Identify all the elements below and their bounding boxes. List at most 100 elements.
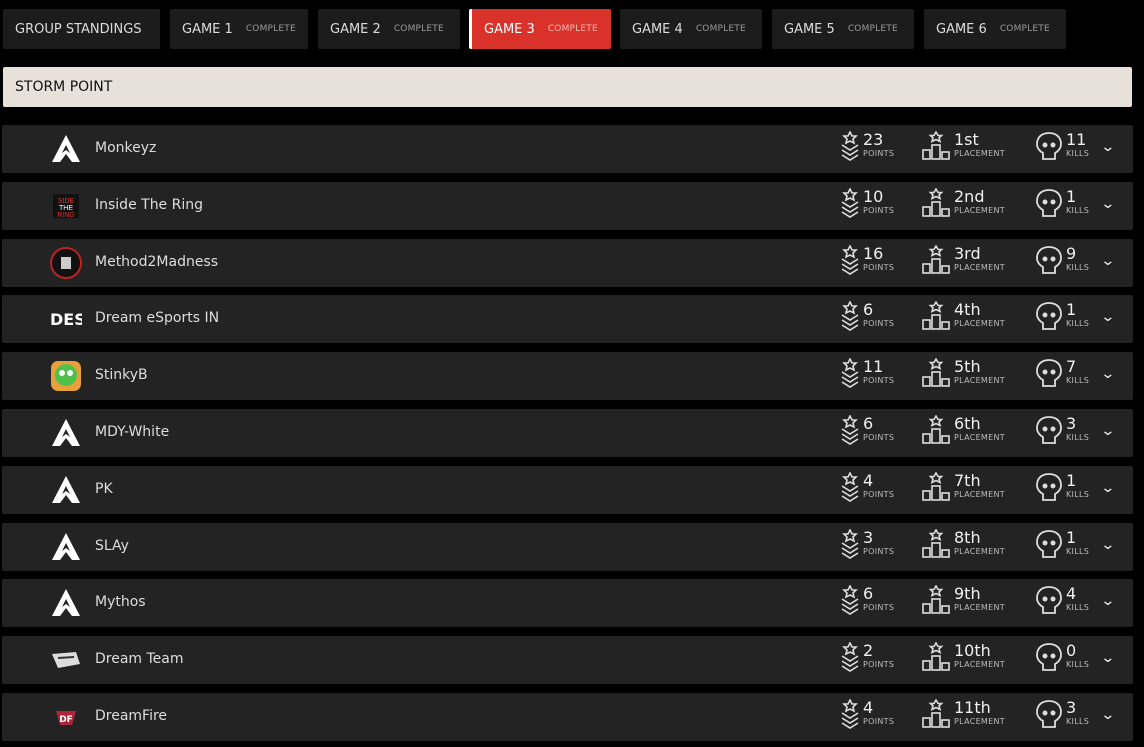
skull-icon — [1036, 188, 1062, 217]
chevron-down-icon[interactable]: ⌄ — [1100, 650, 1115, 666]
apex-logo — [50, 587, 82, 619]
points-label: POINTS — [863, 603, 895, 613]
team-row[interactable]: Mythos 6 POINTS 9th PLACEMENT 4 KILLS ⌄ — [2, 579, 1133, 628]
skull-icon — [1036, 700, 1062, 728]
chevron-down-icon[interactable]: ⌄ — [1100, 139, 1115, 155]
tab-label: GROUP STANDINGS — [15, 21, 142, 37]
tab-game-3[interactable]: GAME 3 COMPLETE — [469, 9, 611, 49]
skull-icon — [1036, 472, 1062, 501]
chevron-down-icon[interactable]: ⌄ — [1100, 593, 1115, 609]
placement-stat: 1st PLACEMENT — [921, 131, 1005, 161]
podium-icon — [922, 244, 950, 274]
placement-label: PLACEMENT — [954, 603, 1005, 613]
placement-stat: 7th PLACEMENT — [921, 471, 1005, 502]
placement-value: 10th — [954, 641, 991, 661]
skull-icon — [1036, 359, 1062, 388]
kills-value: 9 — [1066, 243, 1077, 263]
points-value: 6 — [863, 414, 874, 433]
team-row[interactable]: DESI Dream eSports IN 6POINTS 4thPLACEME… — [2, 295, 1133, 344]
svg-text:SIDE: SIDE — [58, 198, 75, 205]
skull-icon — [1036, 529, 1062, 558]
chevron-down-icon[interactable]: ⌄ — [1100, 423, 1115, 439]
placement-value: 4th — [954, 300, 981, 320]
points-stat: 4 POINTS — [840, 471, 895, 502]
kills-stat: 0 KILLS — [1035, 642, 1089, 672]
chevron-down-icon[interactable]: ⌄ — [1100, 196, 1115, 212]
team-name: Mythos — [95, 594, 146, 611]
tab-status: COMPLETE — [245, 24, 296, 34]
placement-label: PLACEMENT — [954, 262, 1005, 272]
points-chevron-icon — [841, 471, 859, 502]
points-label: POINTS — [863, 319, 895, 329]
chevron-down-icon[interactable]: ⌄ — [1100, 537, 1115, 553]
placement-label: PLACEMENT — [954, 717, 1005, 726]
placement-stat: 10th PLACEMENT — [921, 642, 1005, 672]
placement-stat: 11th PLACEMENT — [921, 699, 1005, 729]
points-chevron-icon — [841, 187, 859, 218]
chevron-down-icon[interactable]: ⌄ — [1100, 707, 1115, 723]
kills-label: KILLS — [1066, 489, 1090, 499]
points-stat: 16 POINTS — [840, 244, 894, 275]
kills-stat: 3 KILLS — [1035, 699, 1089, 729]
points-stat: 4 POINTS — [840, 699, 894, 729]
tab-game-2[interactable]: GAME 2 COMPLETE — [318, 9, 460, 49]
team-row[interactable]: DF DreamFire 4 POINTS 11th PLACEMENT 3 KILL… — [2, 693, 1133, 741]
team-row[interactable]: PK 4 POINTS 7th PLACEMENT 1 KILLS ⌄ — [2, 465, 1133, 514]
tab-status: COMPLETE — [393, 24, 444, 34]
placement-label: PLACEMENT — [954, 149, 1005, 158]
team-name: PK — [95, 480, 113, 497]
placement-label: PLACEMENT — [954, 433, 1005, 442]
kills-value: 1 — [1066, 300, 1077, 320]
placement-label: PLACEMENT — [954, 660, 1005, 670]
method2madness-logo — [50, 246, 82, 279]
placement-stat: 6th PLACEMENT — [921, 415, 1005, 445]
apex-logo — [50, 133, 82, 165]
team-row[interactable]: StinkyB 11 POINTS 5th PLACEMENT 7 KILLS ⌄ — [2, 352, 1133, 401]
chevron-down-icon[interactable]: ⌄ — [1100, 366, 1115, 382]
placement-stat: 2nd PLACEMENT — [921, 187, 1005, 218]
team-row[interactable]: Method2Madness 16 POINTS 3rd PLACEMENT 9 KI… — [2, 238, 1133, 287]
skull-icon — [1036, 245, 1062, 274]
team-row[interactable]: MDY-White 6 POINTS 6th PLACEMENT 3 KILLS ⌄ — [2, 409, 1133, 457]
skull-icon — [1036, 416, 1062, 444]
points-label: POINTS — [863, 489, 895, 499]
placement-value: 8th — [954, 527, 981, 547]
points-chevron-icon — [841, 244, 859, 275]
tab-status: COMPLETE — [999, 24, 1050, 34]
podium-icon — [922, 471, 950, 501]
points-stat: 11 POINTS — [840, 358, 894, 389]
team-row[interactable]: Dream Team 2 POINTS 10th PLACEMENT 0 KILLS … — [2, 636, 1133, 685]
points-stat: 3 POINTS — [840, 528, 894, 559]
points-chevron-icon — [841, 358, 859, 389]
kills-value: 0 — [1066, 641, 1077, 661]
tab-game-1[interactable]: GAME 1 COMPLETE — [170, 9, 308, 49]
points-chevron-icon — [841, 642, 859, 673]
placement-value: 9th — [954, 584, 981, 604]
chevron-down-icon[interactable]: ⌄ — [1100, 480, 1115, 496]
tab-game-6[interactable]: GAME 6 COMPLETE — [924, 9, 1066, 49]
map-name: STORM POINT — [15, 79, 113, 95]
team-row[interactable]: Monkeyz 23 POINTS 1st PLACEMENT 11 KILLS ⌄ — [2, 125, 1133, 173]
dream-team-logo — [50, 644, 82, 676]
chevron-down-icon[interactable]: ⌄ — [1100, 253, 1115, 269]
points-label: POINTS — [863, 205, 895, 215]
tab-game-5[interactable]: GAME 5 COMPLETE — [772, 9, 914, 49]
kills-value: 4 — [1066, 584, 1077, 604]
points-stat: 10 POINTS — [840, 187, 895, 218]
tab-group-standings[interactable]: GROUP STANDINGS — [3, 9, 160, 49]
podium-icon — [922, 642, 950, 671]
team-row[interactable]: SIDE THE RING Inside The Ring 10 POINTS 2nd… — [2, 181, 1133, 230]
tab-game-4[interactable]: GAME 4 COMPLETE — [620, 9, 762, 49]
svg-text:RING: RING — [57, 212, 75, 219]
placement-label: PLACEMENT — [954, 376, 1005, 386]
inside-the-ring-logo: SIDE THE RING — [50, 190, 82, 222]
team-row[interactable]: SLAy 3 POINTS 8th PLACEMENT 1 KILLS ⌄ — [2, 522, 1133, 571]
placement-value: 6th — [954, 414, 981, 433]
points-stat: 6 POINTS — [840, 301, 895, 332]
placement-stat: 4th PLACEMENT — [921, 301, 1005, 331]
team-name: Monkeyz — [95, 140, 157, 156]
podium-icon — [922, 585, 950, 615]
skull-icon — [1036, 132, 1062, 160]
kills-value: 7 — [1066, 357, 1077, 377]
chevron-down-icon[interactable]: ⌄ — [1100, 309, 1115, 325]
